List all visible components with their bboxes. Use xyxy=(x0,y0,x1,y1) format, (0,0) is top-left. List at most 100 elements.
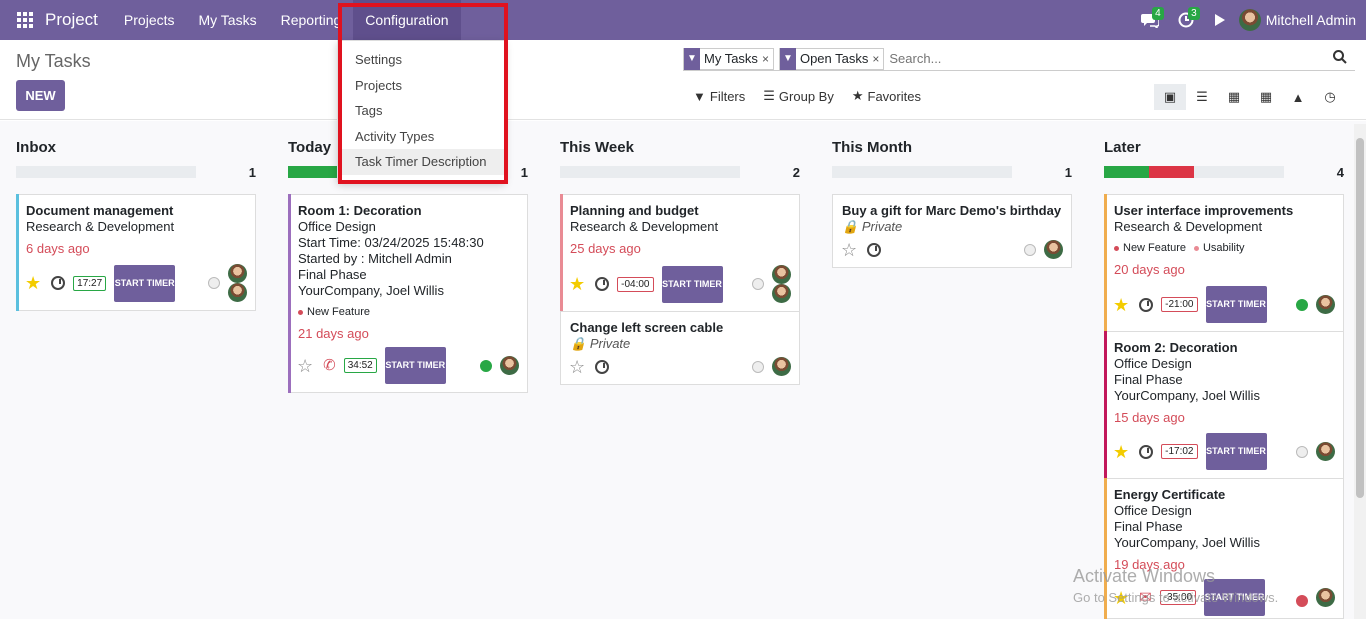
facet-remove-icon[interactable]: × xyxy=(872,52,883,66)
start-timer-button[interactable]: START TIMER xyxy=(1205,286,1267,323)
task-started-by: Started by : Mitchell Admin xyxy=(298,251,452,266)
search-input[interactable] xyxy=(889,51,1355,66)
task-project: Office Design xyxy=(1114,356,1192,371)
status-dot[interactable] xyxy=(480,359,492,372)
assignee-avatar xyxy=(772,357,791,376)
column-inbox: Inbox 1 Document management Research & D… xyxy=(16,121,256,311)
user-name[interactable]: Mitchell Admin xyxy=(1266,12,1356,28)
messages-icon[interactable]: 4 xyxy=(1135,0,1165,40)
favorites-toggle[interactable]: ★ Favorites xyxy=(852,88,921,104)
groupby-toggle[interactable]: ☰ Group By xyxy=(763,88,834,104)
search-icon[interactable] xyxy=(1333,50,1347,64)
start-timer-button[interactable]: START TIMER xyxy=(114,264,176,302)
star-outline-icon[interactable]: ☆ xyxy=(841,241,857,259)
task-card[interactable]: Document management Research & Developme… xyxy=(16,194,256,311)
assignee-avatar xyxy=(1316,588,1335,607)
task-project: Research & Development xyxy=(1114,219,1263,234)
task-card[interactable]: User interface improvements Research & D… xyxy=(1104,194,1344,332)
task-title: Planning and budget xyxy=(570,203,699,218)
facet-remove-icon[interactable]: × xyxy=(762,52,773,66)
filters-label: Filters xyxy=(709,88,746,104)
annotation-highlight-box xyxy=(338,3,508,184)
status-dot[interactable] xyxy=(208,277,220,289)
status-dot[interactable] xyxy=(1024,243,1036,256)
list-view-icon[interactable]: ☰ xyxy=(1186,84,1218,110)
windows-watermark-subtitle: Go to Settings to activate Windows. xyxy=(1073,590,1279,605)
star-icon[interactable]: ★ xyxy=(25,274,41,292)
status-dot[interactable] xyxy=(1296,445,1308,458)
assignee-avatar xyxy=(772,284,791,303)
calendar-view-icon[interactable]: ▦ xyxy=(1218,84,1250,110)
color-bar xyxy=(1104,194,1107,332)
status-dot[interactable] xyxy=(1296,594,1308,607)
menu-my-tasks[interactable]: My Tasks xyxy=(187,0,269,40)
task-card[interactable]: Room 2: Decoration Office Design Final P… xyxy=(1104,331,1344,479)
activity-clock-icon[interactable] xyxy=(595,359,610,374)
tag-label: Usability xyxy=(1202,242,1245,254)
task-project: Research & Development xyxy=(570,219,719,234)
layers-icon: ☰ xyxy=(763,88,775,103)
menu-projects[interactable]: Projects xyxy=(112,0,187,40)
star-icon[interactable]: ★ xyxy=(569,275,585,293)
task-card[interactable]: Buy a gift for Marc Demo's birthday 🔒 Pr… xyxy=(832,194,1072,268)
column-progress xyxy=(1104,166,1284,178)
task-card[interactable]: Change left screen cable 🔒 Private ☆ xyxy=(560,311,800,385)
kanban-board: Inbox 1 Document management Research & D… xyxy=(0,121,1366,619)
play-timer-icon[interactable] xyxy=(1205,0,1235,40)
star-icon[interactable]: ★ xyxy=(1113,296,1129,314)
column-count: 2 xyxy=(792,165,800,180)
column-progress xyxy=(16,166,196,178)
kanban-view-icon[interactable]: ▣ xyxy=(1154,84,1186,110)
star-icon[interactable]: ★ xyxy=(1113,443,1129,461)
activity-view-icon[interactable]: ◷ xyxy=(1314,84,1346,110)
phone-icon[interactable]: ✆ xyxy=(323,357,336,374)
tag-label: New Feature xyxy=(1123,242,1186,254)
star-outline-icon[interactable]: ☆ xyxy=(569,358,585,376)
column-progress xyxy=(560,166,740,178)
start-timer-button[interactable]: START TIMER xyxy=(384,347,446,384)
activity-clock-icon[interactable] xyxy=(1139,444,1154,459)
task-card[interactable]: Planning and budget Research & Developme… xyxy=(560,194,800,312)
app-grid-icon[interactable] xyxy=(17,10,37,30)
activities-badge: 3 xyxy=(1188,7,1200,20)
task-card[interactable]: Room 1: Decoration Office Design Start T… xyxy=(288,194,528,393)
star-outline-icon[interactable]: ☆ xyxy=(297,357,313,375)
timer-display: -04:00 xyxy=(617,276,654,292)
start-timer-button[interactable]: START TIMER xyxy=(1205,433,1267,470)
graph-view-icon[interactable]: ▲ xyxy=(1282,84,1314,110)
status-dot[interactable] xyxy=(752,278,764,290)
task-deadline: 15 days ago xyxy=(1114,410,1185,425)
task-project: Office Design xyxy=(1114,503,1192,518)
timer-display: -17:02 xyxy=(1161,444,1198,459)
color-bar xyxy=(288,194,291,393)
star-icon: ★ xyxy=(851,88,864,103)
board-scrollbar[interactable] xyxy=(1354,124,1366,619)
start-timer-button[interactable]: START TIMER xyxy=(661,265,723,303)
activity-clock-icon[interactable] xyxy=(595,277,610,291)
pivot-view-icon[interactable]: ▦ xyxy=(1250,84,1282,110)
column-title: This Month xyxy=(832,139,912,156)
activities-clock-icon[interactable]: 3 xyxy=(1171,0,1201,40)
user-avatar[interactable] xyxy=(1238,9,1261,31)
search-bar: ▼ My Tasks × ▼ Open Tasks × xyxy=(683,47,1355,71)
facet-open-tasks[interactable]: ▼ Open Tasks × xyxy=(778,47,885,70)
messages-badge: 4 xyxy=(1152,7,1164,20)
activity-clock-icon[interactable] xyxy=(1139,297,1154,312)
scrollbar-thumb[interactable] xyxy=(1356,138,1364,498)
tag-label: New Feature xyxy=(307,306,370,318)
tag-new-feature: New Feature xyxy=(298,304,519,320)
task-deadline: 6 days ago xyxy=(26,241,90,256)
facet-my-tasks[interactable]: ▼ My Tasks × xyxy=(683,47,774,70)
lock-icon: 🔒 xyxy=(570,336,587,351)
column-title: Inbox xyxy=(16,139,56,156)
app-name[interactable]: Project xyxy=(45,10,98,30)
status-dot[interactable] xyxy=(752,360,764,373)
filters-toggle[interactable]: ▼ Filters xyxy=(693,88,745,104)
new-button[interactable]: NEW xyxy=(16,80,65,111)
status-dot[interactable] xyxy=(1296,298,1308,311)
task-title: Energy Certificate xyxy=(1114,487,1226,502)
column-title: This Week xyxy=(560,139,634,156)
column-count: 1 xyxy=(248,165,256,180)
activity-clock-icon[interactable] xyxy=(51,276,66,290)
activity-clock-icon[interactable] xyxy=(867,242,882,257)
